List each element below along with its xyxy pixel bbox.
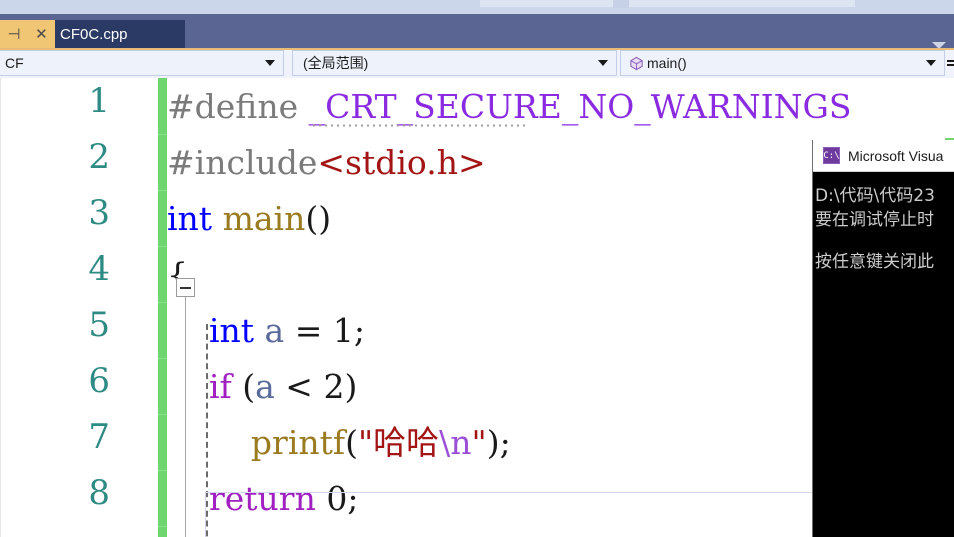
navbar-list-icon[interactable] — [947, 56, 954, 70]
code-token-var: a — [255, 366, 275, 406]
code-token-plain: ); — [486, 422, 511, 462]
minus-icon — [180, 286, 191, 289]
scope-dropdown-value: (全局范围) — [303, 55, 369, 71]
code-token-pp: #define — [167, 86, 309, 126]
console-title-text: Microsoft Visua — [848, 147, 944, 164]
close-icon[interactable]: ✕ — [35, 26, 48, 42]
top-strip-notch — [613, 0, 629, 8]
code-editor-surface[interactable]: 1 2 3 4 5 6 7 8 #define _CRT_SECURE_NO_WARNINGS… — [0, 78, 954, 537]
code-token-ctrl: if — [208, 366, 232, 406]
window-top-strip — [0, 0, 954, 14]
line-number: 5 — [88, 305, 110, 345]
code-token-kw: int — [208, 310, 255, 350]
code-token-plain: ( — [231, 366, 256, 406]
change-bar-segment — [158, 302, 167, 303]
line-number: 3 — [88, 193, 110, 233]
code-token-var: a — [264, 310, 285, 350]
method-cube-icon — [630, 56, 643, 71]
console-line: 要在调试停止时 — [815, 210, 934, 230]
scope-dropdown[interactable]: (全局范围) — [292, 50, 617, 76]
code-token-plain: ( — [345, 422, 358, 462]
change-bar-segment — [158, 358, 167, 359]
project-chevron-down-icon — [265, 60, 275, 66]
code-line[interactable]: int a = 1; — [167, 302, 365, 358]
current-line-highlight — [205, 492, 905, 537]
console-line: 按任意键关闭此 — [815, 252, 934, 272]
member-dropdown[interactable]: main() — [620, 50, 945, 76]
code-token-kw: int — [167, 198, 213, 238]
code-line[interactable]: #define _CRT_SECURE_NO_WARNINGS — [167, 78, 851, 134]
top-strip-ghost — [480, 0, 855, 7]
code-token-plain: < 2) — [274, 366, 358, 406]
collapse-outline-stem — [185, 297, 186, 537]
code-token-fn: printf — [250, 422, 346, 462]
code-token-macro: _CRT_SECURE_NO_WARNINGS — [308, 86, 852, 127]
console-line: D:\代码\代码23 — [815, 186, 935, 206]
line-number: 2 — [88, 137, 110, 177]
pin-icon[interactable]: ⊣ — [7, 26, 20, 42]
line-number: 4 — [88, 249, 110, 289]
code-line[interactable]: int main() — [167, 190, 331, 246]
console-output: D:\代码\代码23 要在调试停止时 按任意键关闭此 — [813, 172, 954, 537]
code-line[interactable]: #include <stdio.h> — [167, 134, 486, 190]
vs-editor-window: ⊣ ✕ CF0C.cpp CF (全局范围) main() 1 2 3 4 5 6 7 8 #… — [0, 0, 954, 537]
console-title-bar[interactable]: C:\ Microsoft Visua — [813, 140, 954, 172]
scope-chevron-down-icon — [598, 60, 608, 66]
console-window[interactable]: C:\ Microsoft Visua D:\代码\代码23 要在调试停止时 按任意… — [812, 140, 954, 537]
tab-command-bar: ⊣ ✕ — [0, 20, 55, 48]
change-bar-segment — [158, 470, 167, 471]
document-tab-label: CF0C.cpp — [60, 25, 128, 43]
line-number: 6 — [88, 361, 110, 401]
code-token-esc: \n — [439, 422, 472, 462]
code-token-plain: () — [305, 198, 332, 238]
change-bar-segment — [158, 246, 167, 247]
change-bar-segment — [158, 134, 167, 135]
member-dropdown-value: main() — [647, 55, 687, 71]
code-line[interactable]: printf("哈哈 \n "); — [167, 414, 511, 470]
code-token-str: "哈哈 — [357, 422, 440, 462]
code-line[interactable]: if (a < 2) — [167, 358, 357, 414]
code-token-str: <stdio.h> — [317, 142, 486, 182]
project-dropdown[interactable]: CF — [0, 50, 284, 76]
code-token-fn: main — [222, 198, 306, 238]
console-cmd-icon: C:\ — [823, 147, 840, 164]
code-token-plain: = 1; — [284, 310, 365, 350]
line-number: 8 — [88, 473, 110, 513]
change-bar-segment — [158, 526, 167, 527]
line-number: 7 — [88, 417, 110, 457]
change-bar-segment — [158, 414, 167, 415]
line-number-gutter: 1 2 3 4 5 6 7 8 — [0, 78, 118, 537]
change-tracking-bar — [158, 78, 167, 537]
code-token-str: " — [471, 422, 487, 462]
change-bar-segment — [158, 190, 167, 191]
member-chevron-down-icon — [926, 60, 936, 66]
line-number: 1 — [88, 81, 110, 121]
collapse-outline-toggle[interactable] — [176, 278, 195, 297]
code-token-pp: #include — [167, 142, 318, 182]
project-dropdown-value: CF — [5, 55, 24, 71]
